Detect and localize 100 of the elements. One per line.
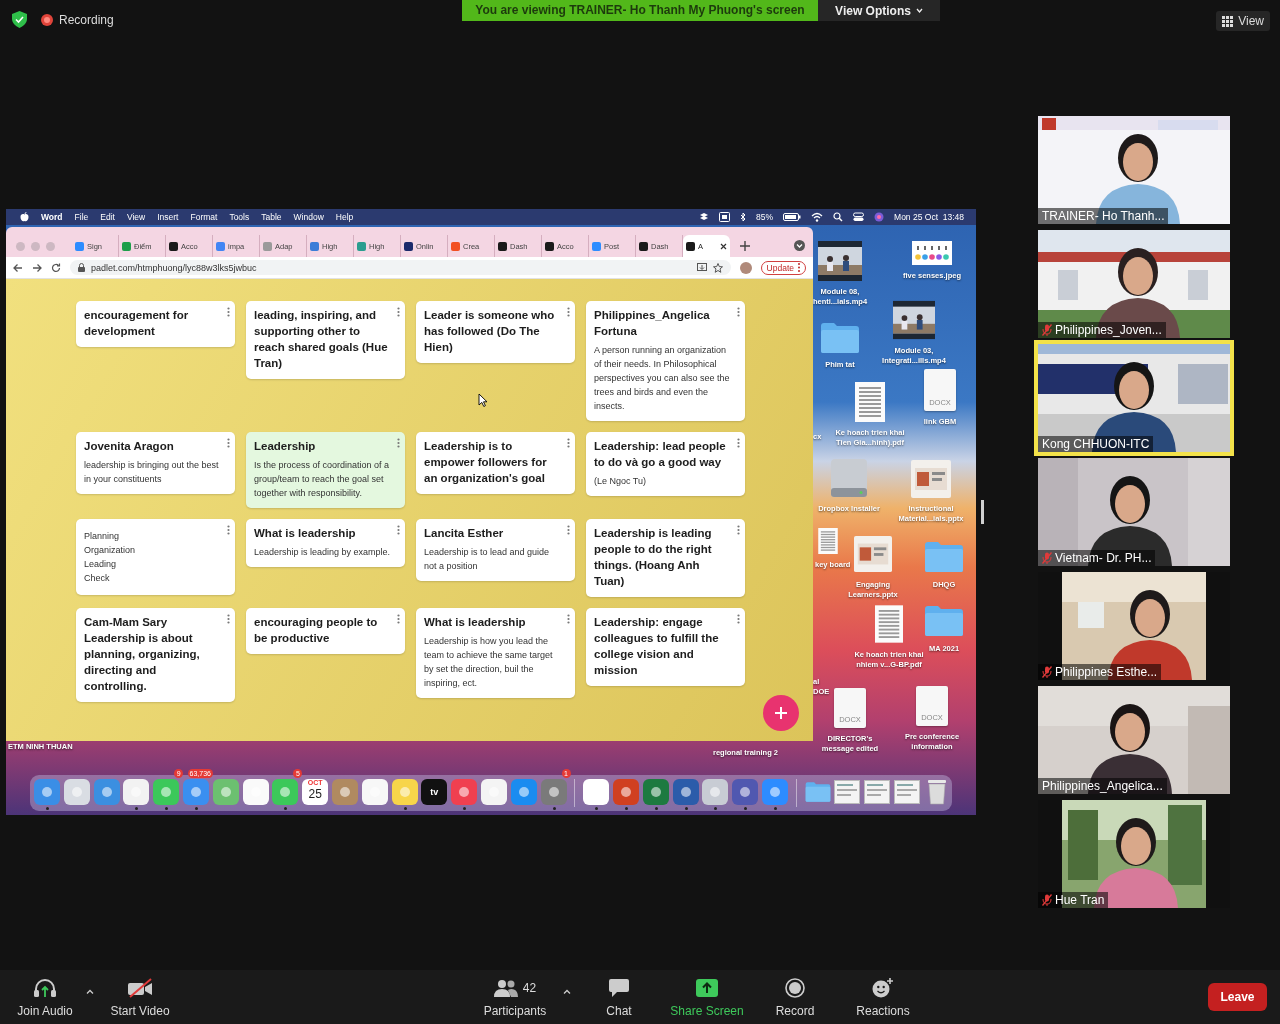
more-options-icon[interactable] [567,438,570,448]
app-icon[interactable] [612,779,639,805]
bluetooth-icon[interactable] [740,212,747,222]
document-thumbnail-icon[interactable] [864,780,891,804]
add-post-button[interactable] [763,695,799,731]
app-icon[interactable] [34,779,60,805]
document-thumbnail-icon[interactable] [834,780,861,804]
more-options-icon[interactable] [737,307,740,317]
more-options-icon[interactable] [567,614,570,624]
leave-button[interactable]: Leave [1208,983,1267,1011]
address-bar[interactable]: padlet.com/htmphuong/lyc88w3lks5jwbuc [70,260,731,275]
reload-icon[interactable] [51,262,61,273]
install-icon[interactable] [696,262,707,273]
post-card[interactable]: Leader is someone who has followed (Do The Hien) [416,301,575,363]
app-icon[interactable] [183,779,209,805]
app-icon[interactable] [583,779,610,805]
trash-icon[interactable] [926,779,947,805]
post-card[interactable]: Philippines_Angelica Fortuna A person running an organization of their needs. In Philosophical perspectives you can also see the trees and birds and even the insects. [586,301,745,421]
more-options-icon[interactable] [567,307,570,317]
post-card[interactable]: leading, inspiring, and supporting other to reach shared goals (Hue Tran) [246,301,405,379]
menu-item[interactable]: Window [293,212,324,222]
post-card[interactable]: encouraging people to be productive [246,608,405,654]
app-icon[interactable] [63,779,90,805]
view-button[interactable]: View [1216,11,1270,31]
app-icon[interactable] [451,779,478,805]
slide-thumbnail-icon[interactable] [911,460,951,498]
post-card[interactable]: Leadership Is the process of coordination of a group/team to reach the goal set together with responsibility. [246,432,405,508]
more-options-icon[interactable] [737,525,740,535]
keyboard-input-icon[interactable] [719,212,731,222]
more-options-icon[interactable] [227,438,230,448]
menu-item[interactable]: View [126,212,146,222]
control-center-icon[interactable] [853,212,865,222]
app-icon[interactable] [510,779,537,805]
forward-icon[interactable] [32,262,42,273]
dropbox-icon[interactable] [699,212,710,222]
app-icon[interactable] [672,779,699,805]
post-card[interactable]: Leadership: lead people to do và go a good way (Le Ngoc Tu) [586,432,745,496]
app-icon[interactable] [153,779,180,805]
menu-item[interactable]: Tools [229,212,250,222]
menu-item[interactable]: File [74,212,89,222]
battery-icon[interactable] [783,212,802,222]
wifi-icon[interactable] [811,212,824,222]
app-icon[interactable] [642,779,669,805]
more-options-icon[interactable] [737,614,740,624]
more-options-icon[interactable] [227,525,230,535]
document-icon[interactable] [855,382,885,422]
reactions-button[interactable]: Reactions [839,976,927,1018]
app-icon[interactable] [212,779,239,805]
app-menu[interactable]: Word [41,212,63,222]
back-icon[interactable] [13,262,23,273]
more-options-icon[interactable] [397,614,400,624]
more-options-icon[interactable] [227,307,230,317]
share-button[interactable]: Share Screen [663,976,751,1018]
menu-item[interactable]: Edit [100,212,115,222]
post-card[interactable]: Jovenita Aragon leadership is bringing out the best in your constituents [76,432,235,494]
app-icon[interactable] [93,779,120,805]
more-options-icon[interactable] [397,307,400,317]
profile-avatar[interactable] [739,261,752,274]
post-card[interactable]: Leadership: engage colleagues to fulfill the college vision and mission [586,608,745,686]
post-card[interactable]: Planning Organization Leading Check [76,519,235,595]
more-options-icon[interactable] [397,525,400,535]
chat-button[interactable]: Chat [575,976,663,1018]
video-button[interactable]: Start Video [100,976,180,1018]
app-icon[interactable] [272,779,299,805]
menu-item[interactable]: Format [190,212,218,222]
tv-app-icon[interactable]: tv [421,779,448,805]
more-options-icon[interactable] [567,525,570,535]
menu-item[interactable]: Table [261,212,282,222]
app-icon[interactable] [391,779,418,805]
menu-item[interactable]: Help [335,212,354,222]
new-tab-icon[interactable] [740,241,750,251]
more-options-icon[interactable] [227,614,230,624]
app-icon[interactable] [361,779,388,805]
record-button[interactable]: Record [751,976,839,1018]
document-thumbnail-icon[interactable] [893,780,920,804]
more-options-icon[interactable] [737,438,740,448]
recording-button[interactable]: Recording [41,12,114,27]
security-shield-icon[interactable] [12,11,27,28]
tab-search-icon[interactable] [794,240,805,251]
post-card[interactable]: encouragement for development [76,301,235,347]
view-options-button[interactable]: View Options [818,0,940,21]
slide-thumbnail-icon[interactable] [854,534,892,574]
close-icon[interactable] [720,242,727,250]
more-options-icon[interactable] [397,438,400,448]
folder-icon[interactable] [820,322,860,354]
post-card[interactable]: Leadership is to empower followers for an organization's goal [416,432,575,494]
app-icon[interactable] [540,779,567,805]
apple-icon[interactable] [20,212,29,222]
post-card[interactable]: What is leadership Leadership is how you lead the team to achieve the same target by set the direction, buil the inspiring, ect. [416,608,575,698]
app-icon[interactable] [702,779,729,805]
app-icon[interactable] [123,779,150,805]
post-card[interactable]: Leadership is leading people to do the right things. (Hoang Anh Tuan) [586,519,745,597]
bookmark-star-icon[interactable] [712,262,723,273]
image-thumbnail-icon[interactable] [912,241,952,265]
folder-icon[interactable] [804,781,831,803]
document-icon[interactable] [875,604,903,644]
siri-icon[interactable] [874,212,885,222]
app-icon[interactable] [331,779,358,805]
post-card[interactable]: What is leadership Leadership is leading by example. [246,519,405,567]
app-icon[interactable] [242,779,269,805]
